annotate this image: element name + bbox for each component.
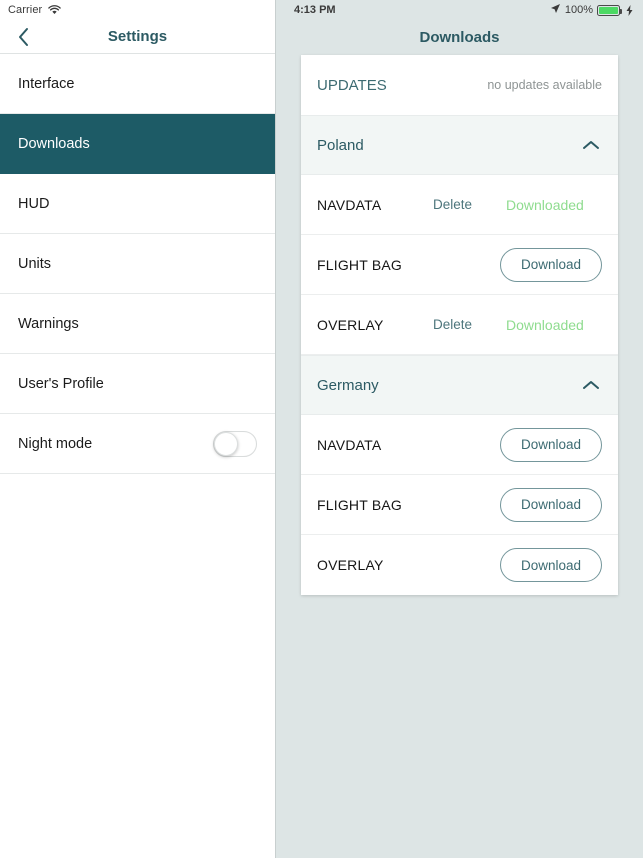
downloads-header: Downloads [276, 20, 643, 54]
sidebar-item-users-profile[interactable]: User's Profile [0, 354, 275, 414]
table-row: NAVDATA Download [301, 415, 618, 475]
chevron-left-icon[interactable] [14, 27, 34, 47]
chevron-up-icon[interactable] [580, 374, 602, 396]
toggle-knob [214, 431, 238, 456]
status-badge: Downloaded [506, 196, 584, 213]
settings-sidebar-panel: Carrier Settings Interface Downloads HUD… [0, 0, 276, 858]
sidebar-item-label: Interface [18, 75, 75, 92]
clock-label: 4:13 PM [294, 4, 336, 16]
left-status-bar: Carrier [0, 0, 275, 20]
download-button[interactable]: Download [500, 487, 602, 522]
sidebar-item-warnings[interactable]: Warnings [0, 294, 275, 354]
sidebar-item-hud[interactable]: HUD [0, 174, 275, 234]
battery-full-icon [597, 4, 622, 16]
table-row: OVERLAY Download [301, 535, 618, 595]
night-mode-toggle[interactable] [213, 430, 257, 457]
item-name-label: OVERLAY [317, 557, 384, 573]
settings-screen: Carrier Settings Interface Downloads HUD… [0, 0, 643, 858]
download-button[interactable]: Download [500, 548, 602, 582]
status-badge: Downloaded [506, 316, 584, 333]
sidebar-item-label: Warnings [18, 315, 79, 332]
item-actions: Delete Downloaded [433, 197, 602, 213]
downloads-panel: 4:13 PM 100% Downloads UPDATES no update… [276, 0, 643, 858]
item-name-label: FLIGHT BAG [317, 496, 402, 513]
sidebar-item-label: HUD [18, 195, 50, 212]
download-button[interactable]: Download [500, 247, 602, 282]
sidebar-item-label: Night mode [18, 435, 93, 452]
item-name-label: FLIGHT BAG [317, 256, 402, 273]
sidebar-header: Settings [0, 20, 275, 54]
wifi-icon [48, 5, 62, 15]
item-name-label: NAVDATA [317, 436, 382, 453]
table-row: NAVDATA Delete Downloaded [301, 175, 618, 235]
battery-fill [599, 6, 618, 14]
item-actions: Download [500, 548, 602, 582]
item-actions: Download [500, 247, 602, 282]
sidebar-item-label: Units [18, 255, 52, 272]
carrier-label: Carrier [8, 4, 43, 16]
sidebar-item-label: Downloads [18, 135, 90, 152]
section-header-germany[interactable]: Germany [301, 355, 618, 415]
sidebar-item-label: User's Profile [18, 375, 104, 392]
item-name-label: NAVDATA [317, 196, 382, 213]
status-indicators: 100% [550, 3, 633, 17]
item-name-label: OVERLAY [317, 316, 384, 333]
section-name-label: Germany [317, 376, 379, 394]
page-title: Settings [107, 28, 168, 45]
lightning-bolt-icon [626, 4, 633, 16]
downloads-title: Downloads [419, 28, 500, 46]
sidebar-item-units[interactable]: Units [0, 234, 275, 294]
item-actions: Delete Downloaded [433, 317, 602, 333]
battery-nub [620, 8, 622, 14]
table-row: FLIGHT BAG Download [301, 475, 618, 535]
right-status-bar: 4:13 PM 100% [276, 0, 643, 20]
section-header-poland[interactable]: Poland [301, 115, 618, 175]
sidebar-item-interface[interactable]: Interface [0, 54, 275, 114]
downloads-card: UPDATES no updates available Poland NAVD… [301, 55, 618, 595]
table-row: FLIGHT BAG Download [301, 235, 618, 295]
delete-button[interactable]: Delete [433, 317, 472, 332]
item-actions: Download [500, 487, 602, 522]
section-name-label: Poland [317, 136, 364, 154]
location-arrow-icon [550, 3, 561, 17]
updates-row[interactable]: UPDATES no updates available [301, 55, 618, 115]
item-actions: Download [500, 427, 602, 462]
settings-menu-list: Interface Downloads HUD Units Warnings U… [0, 54, 275, 858]
chevron-up-icon[interactable] [580, 134, 602, 156]
download-button[interactable]: Download [500, 427, 602, 462]
updates-title: UPDATES [317, 76, 387, 94]
sidebar-item-downloads[interactable]: Downloads [0, 114, 275, 174]
delete-button[interactable]: Delete [433, 197, 472, 212]
updates-status-label: no updates available [487, 78, 602, 92]
sidebar-item-night-mode[interactable]: Night mode [0, 414, 275, 474]
table-row: OVERLAY Delete Downloaded [301, 295, 618, 355]
battery-percent-label: 100% [564, 4, 593, 16]
